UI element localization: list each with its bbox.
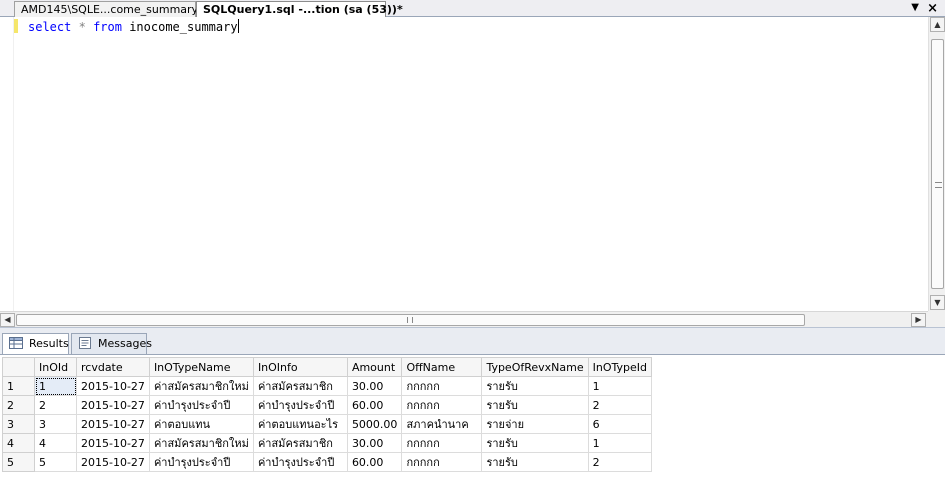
messages-icon (79, 337, 91, 349)
grid-cell[interactable]: 1 (34, 376, 77, 396)
grid-cell[interactable]: กกกกก (401, 395, 483, 415)
grid-cell[interactable]: 2 (34, 395, 77, 415)
grid-cell[interactable]: 60.00 (346, 395, 403, 415)
grid-cell[interactable]: รายรับ (481, 395, 589, 415)
vertical-scroll-thumb[interactable] (931, 39, 944, 289)
scroll-up-icon[interactable]: ▲ (930, 17, 945, 32)
row-number[interactable]: 1 (2, 376, 35, 396)
grid-cell[interactable]: 2015-10-27 (76, 376, 150, 396)
grip-icon (935, 182, 942, 188)
column-header[interactable]: InOTypeName (148, 357, 254, 377)
grid-cell[interactable]: ค่าบำรุงประจำปี (148, 452, 254, 472)
column-header[interactable]: InOInfo (252, 357, 348, 377)
grid-cell[interactable]: 1 (587, 376, 653, 396)
row-number[interactable]: 4 (2, 433, 35, 453)
query-editor[interactable]: select * from inocome_summary (0, 17, 945, 311)
table-row[interactable]: 4 4 2015-10-27 ค่าสมัครสมาชิกใหม่ ค่าสมั… (2, 433, 653, 453)
editor-vertical-scrollbar[interactable]: ▲ ▼ (928, 17, 945, 311)
grid-cell[interactable]: กกกกก (401, 452, 483, 472)
scrollbar-corner (928, 311, 945, 327)
grid-cell[interactable]: รายจ่าย (481, 414, 589, 434)
scroll-left-icon[interactable]: ◀ (0, 313, 15, 327)
tab-summary-table[interactable]: AMD145\SQLE...come_summary (14, 1, 198, 17)
row-number[interactable]: 3 (2, 414, 35, 434)
grid-cell[interactable]: รายรับ (481, 433, 589, 453)
grid-cell[interactable]: ค่าตอบแทนอะไร (252, 414, 348, 434)
results-tab-bar: Results Messages (0, 327, 945, 355)
grid-cell[interactable]: ค่าสมัครสมาชิกใหม่ (148, 376, 254, 396)
grid-cell[interactable]: 5 (34, 452, 77, 472)
results-grid[interactable]: InOId rcvdate InOTypeName InOInfo Amount… (2, 357, 653, 472)
grid-cell[interactable]: 4 (34, 433, 77, 453)
tab-messages[interactable]: Messages (71, 333, 152, 354)
grid-cell[interactable]: 5000.00 (346, 414, 403, 434)
column-header[interactable]: InOId (34, 357, 77, 377)
grid-cell[interactable]: ค่าบำรุงประจำปี (148, 395, 254, 415)
document-tab-strip: AMD145\SQLE...come_summary SQLQuery1.sql… (0, 0, 945, 18)
table-row[interactable]: 2 2 2015-10-27 ค่าบำรุงประจำปี ค่าบำรุงป… (2, 395, 653, 415)
grid-cell[interactable]: ค่าบำรุงประจำปี (252, 452, 348, 472)
grid-cell[interactable]: 2 (587, 452, 653, 472)
keyword-select: select (28, 20, 72, 34)
grid-cell[interactable]: 2015-10-27 (76, 452, 150, 472)
row-header-corner[interactable] (2, 357, 35, 377)
row-number[interactable]: 5 (2, 452, 35, 472)
grid-cell[interactable]: 60.00 (346, 452, 403, 472)
grid-cell[interactable]: 1 (587, 433, 653, 453)
grid-cell[interactable]: กกกกก (401, 433, 483, 453)
grid-cell[interactable]: 30.00 (346, 433, 403, 453)
text-caret (237, 19, 239, 33)
column-header[interactable]: OffName (401, 357, 483, 377)
grid-cell[interactable]: ค่าสมัครสมาชิก (252, 376, 348, 396)
horizontal-scroll-thumb[interactable] (16, 314, 805, 326)
grid-cell[interactable]: 2015-10-27 (76, 395, 150, 415)
column-header[interactable]: rcvdate (76, 357, 150, 377)
table-row[interactable]: 5 5 2015-10-27 ค่าบำรุงประจำปี ค่าบำรุงป… (2, 452, 653, 472)
grid-cell[interactable]: สภาคนำนาค (401, 414, 483, 434)
grip-icon (407, 317, 413, 323)
grid-cell[interactable]: 6 (587, 414, 653, 434)
changed-line-marker (14, 19, 18, 33)
grid-cell[interactable]: ค่าตอบแทน (148, 414, 254, 434)
tab-results[interactable]: Results (2, 333, 69, 355)
row-number[interactable]: 2 (2, 395, 35, 415)
table-row[interactable]: 1 1 2015-10-27 ค่าสมัครสมาชิกใหม่ ค่าสมั… (2, 376, 653, 396)
tab-list-dropdown-icon[interactable]: ▼ (911, 2, 919, 13)
grid-cell[interactable]: รายรับ (481, 376, 589, 396)
column-header[interactable]: TypeOfRevxName (481, 357, 589, 377)
tab-sqlquery1[interactable]: SQLQuery1.sql -...tion (sa (53))* (196, 1, 403, 18)
close-icon[interactable]: × (927, 1, 938, 16)
column-header[interactable]: Amount (346, 357, 403, 377)
grid-cell[interactable]: 2 (587, 395, 653, 415)
grid-cell[interactable]: 3 (34, 414, 77, 434)
grid-cell[interactable]: ค่าสมัครสมาชิก (252, 433, 348, 453)
table-row[interactable]: 3 3 2015-10-27 ค่าตอบแทน ค่าตอบแทนอะไร 5… (2, 414, 653, 434)
grid-cell[interactable]: รายรับ (481, 452, 589, 472)
grid-cell[interactable]: กกกกก (401, 376, 483, 396)
grid-header-row: InOId rcvdate InOTypeName InOInfo Amount… (2, 357, 653, 377)
editor-gutter (0, 17, 14, 311)
grid-cell[interactable]: 2015-10-27 (76, 414, 150, 434)
results-grid-pane[interactable]: InOId rcvdate InOTypeName InOInfo Amount… (0, 354, 945, 489)
table-identifier: inocome_summary (129, 20, 238, 34)
grid-cell[interactable]: 2015-10-27 (76, 433, 150, 453)
column-header[interactable]: InOTypeId (587, 357, 653, 377)
messages-tab-label: Messages (98, 337, 152, 350)
results-tab-label: Results (29, 337, 69, 350)
grid-cell[interactable]: 30.00 (346, 376, 403, 396)
grid-cell[interactable]: ค่าบำรุงประจำปี (252, 395, 348, 415)
scroll-down-icon[interactable]: ▼ (930, 295, 945, 310)
operator-star: * (78, 20, 86, 34)
editor-horizontal-scrollbar[interactable]: ◀ ▶ (0, 311, 928, 327)
keyword-from: from (93, 20, 122, 34)
scroll-right-icon[interactable]: ▶ (911, 313, 926, 327)
code-line-1[interactable]: select * from inocome_summary (28, 19, 239, 35)
grid-icon (9, 337, 23, 349)
grid-cell[interactable]: ค่าสมัครสมาชิกใหม่ (148, 433, 254, 453)
